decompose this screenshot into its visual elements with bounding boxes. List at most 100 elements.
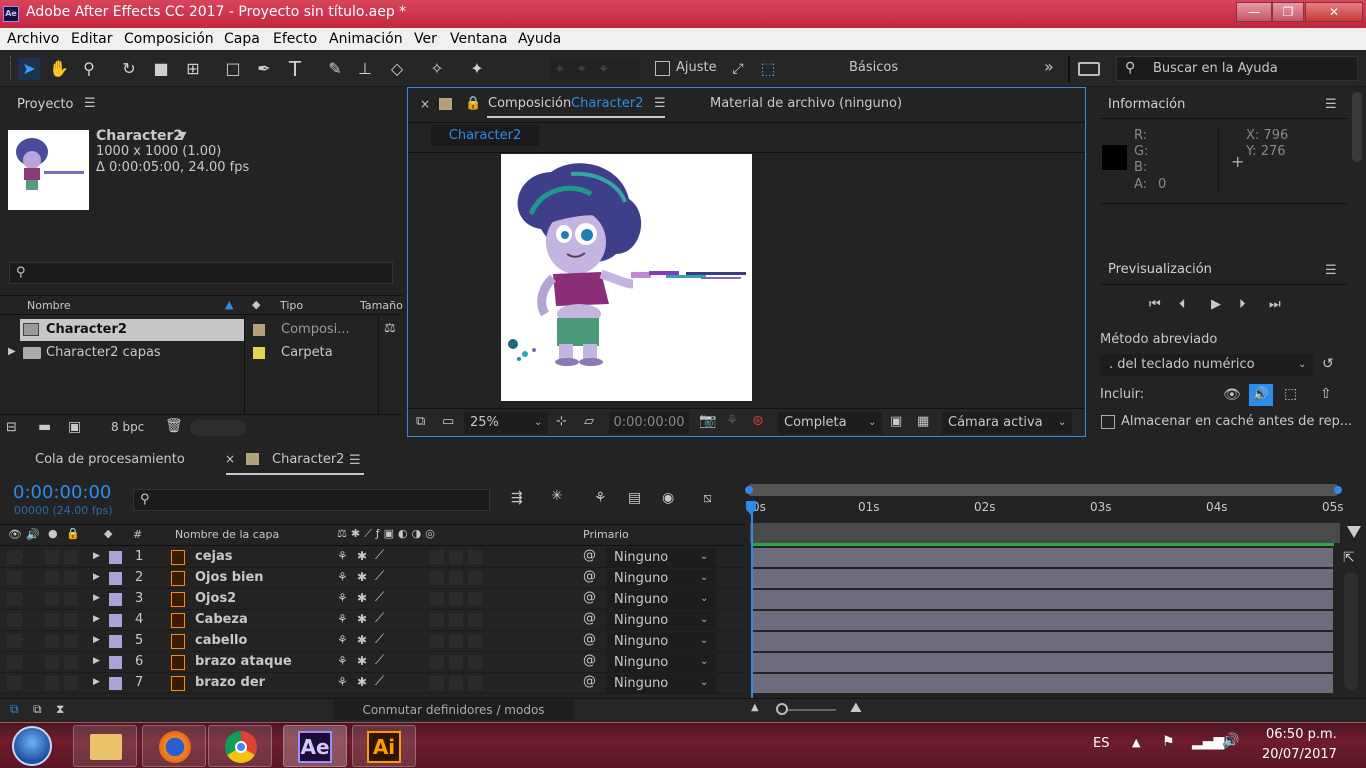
reset-icon[interactable]: ↺ [1322,356,1334,372]
always-preview-icon[interactable]: ⧉ [416,414,425,429]
av-switch[interactable] [7,550,22,564]
new-composition-icon[interactable]: ▣ [68,419,81,435]
expand-arrow-icon[interactable]: ▶ [93,677,100,687]
col-layer-name[interactable]: Nombre de la capa [175,528,279,541]
menu-capa[interactable]: Capa [224,31,260,47]
pickwhip-icon[interactable]: @ [583,569,596,584]
zoom-select[interactable]: 25% ⌄ [464,412,548,434]
solo-switch[interactable] [45,634,59,648]
camera-select[interactable]: Cámara activa ⌄ [942,412,1072,434]
parent-select[interactable]: Ninguno ⌄ [606,653,716,672]
close-tab-icon[interactable]: × [225,452,235,466]
work-area-start-handle[interactable] [745,486,753,494]
layer-search-input[interactable]: ⚲ [133,489,490,511]
layer-row[interactable]: 👁▶3Ojos2⚘✱⟋@Ninguno⌄ [0,589,745,610]
roto-brush-tool-icon[interactable]: ✧ [426,58,448,80]
layer-duration-bar[interactable] [753,569,1333,588]
puppet-pin-tool-icon[interactable]: ✦ [466,58,488,80]
frame-blending-icon[interactable]: ▤ [628,490,641,506]
interpret-footage-icon[interactable]: ⊟ [6,420,17,435]
quality-switch-icon[interactable]: ⟋ [375,632,384,647]
menu-ayuda[interactable]: Ayuda [518,31,561,47]
zoom-tool-icon[interactable]: ⚲ [78,58,100,80]
tray-expand-icon[interactable]: ▲ [1132,736,1140,749]
label-color-chip[interactable] [253,347,265,359]
layer-row[interactable]: 👁▶7brazo der⚘✱⟋@Ninguno⌄ [0,673,745,694]
menu-animacion[interactable]: Animación [329,31,403,47]
pen-tool-icon[interactable]: ✒ [253,58,275,80]
quality-switch-icon[interactable]: ⟋ [375,548,384,563]
menu-editar[interactable]: Editar [71,31,112,47]
taskbar-chrome[interactable] [208,725,272,767]
lock-switch[interactable] [64,571,78,585]
grid-icon[interactable]: ⊹ [556,414,567,429]
tab-render-queue[interactable]: Cola de procesamiento [35,452,185,467]
layer-name[interactable]: cejas [195,549,233,564]
layer-name[interactable]: Ojos2 [195,591,236,606]
comp-marker-bin-icon[interactable] [1347,526,1361,538]
taskbar-after-effects[interactable]: Ae [283,725,347,767]
snap-feature-icon[interactable]: ⬚ [757,58,779,80]
language-indicator[interactable]: ES [1093,736,1109,751]
eraser-tool-icon[interactable]: ◇ [386,58,408,80]
lock-switch[interactable] [64,634,78,648]
3d-switch[interactable] [468,634,482,648]
region-of-interest-icon[interactable]: ▣ [890,414,902,429]
shy-switch-icon[interactable]: ⚘ [337,675,348,689]
adjustment-switch[interactable] [449,655,463,669]
project-menu-icon[interactable]: ☰ [84,96,96,111]
transfer-controls-toggle-icon[interactable]: ⧉ [33,702,42,717]
adjustment-switch[interactable] [449,613,463,627]
resolution-select[interactable]: Completa ⌄ [778,412,882,434]
channels-icon[interactable]: ⊛ [752,413,764,429]
solo-switch[interactable] [45,571,59,585]
pan-behind-tool-icon[interactable]: ⊞ [182,58,204,80]
timeline-nav-bar[interactable] [750,523,1340,543]
lock-switch[interactable] [64,550,78,564]
project-dropdown-icon[interactable]: ▼ [178,129,186,142]
layer-duration-bar[interactable] [753,548,1333,567]
motion-blur-switch[interactable] [430,571,444,585]
collapse-switch-icon[interactable]: ✱ [357,675,367,689]
first-frame-icon[interactable]: ⏮ [1149,297,1161,312]
col-tipo[interactable]: Tipo [280,299,303,312]
av-switch[interactable] [7,676,22,690]
pickwhip-icon[interactable]: @ [583,611,596,626]
layer-label-chip[interactable] [109,635,122,648]
av-switch[interactable] [7,655,22,669]
tab-comp-timeline[interactable]: Character2 [272,452,344,467]
av-switch[interactable] [7,592,22,606]
layer-label-chip[interactable] [109,551,122,564]
collapse-switch-icon[interactable]: ✱ [357,570,367,584]
shy-switch-icon[interactable]: ⚘ [337,591,348,605]
comp-button-icon[interactable]: ⇱ [1343,550,1355,566]
lock-switch[interactable] [64,655,78,669]
layer-row[interactable]: 👁▶6brazo ataque⚘✱⟋@Ninguno⌄ [0,652,745,673]
project-row[interactable]: ▶ Character2 capas Carpeta [0,342,380,364]
3d-switch[interactable] [468,613,482,627]
rectangle-tool-icon[interactable]: □ [222,58,244,80]
prev-frame-icon[interactable]: ⏴ [1179,297,1186,312]
parent-select[interactable]: Ninguno ⌄ [606,548,716,567]
new-folder-icon[interactable]: ▬ [38,419,51,435]
col-tamano[interactable]: Tamaño [360,299,403,312]
motion-blur-icon[interactable]: ◉ [662,490,674,506]
layer-row[interactable]: 👁▶5cabello⚘✱⟋@Ninguno⌄ [0,631,745,652]
lock-icon[interactable]: 🔒 [465,96,481,111]
camera-tool-icon[interactable]: ■ [150,58,172,80]
solo-switch[interactable] [45,655,59,669]
collapse-switch-icon[interactable]: ✱ [357,549,367,563]
last-frame-icon[interactable]: ⏭ [1269,297,1281,312]
expand-arrow-icon[interactable]: ▶ [93,656,100,666]
shy-switch-icon[interactable]: ⚘ [337,549,348,563]
video-eye-icon[interactable]: 👁 [1223,387,1241,403]
start-button[interactable] [12,726,52,766]
brush-tool-icon[interactable]: ✎ [324,58,346,80]
comp-menu-icon[interactable]: ☰ [654,96,666,111]
clock-date[interactable]: 20/07/2017 [1262,747,1337,762]
snap-options-icon[interactable]: ⤢ [727,58,749,80]
axis-mode-icons[interactable]: ⌖⌖⌖ [550,58,640,80]
adjustment-switch[interactable] [449,571,463,585]
minimize-button[interactable]: — [1236,2,1272,22]
motion-blur-switch[interactable] [430,550,444,564]
